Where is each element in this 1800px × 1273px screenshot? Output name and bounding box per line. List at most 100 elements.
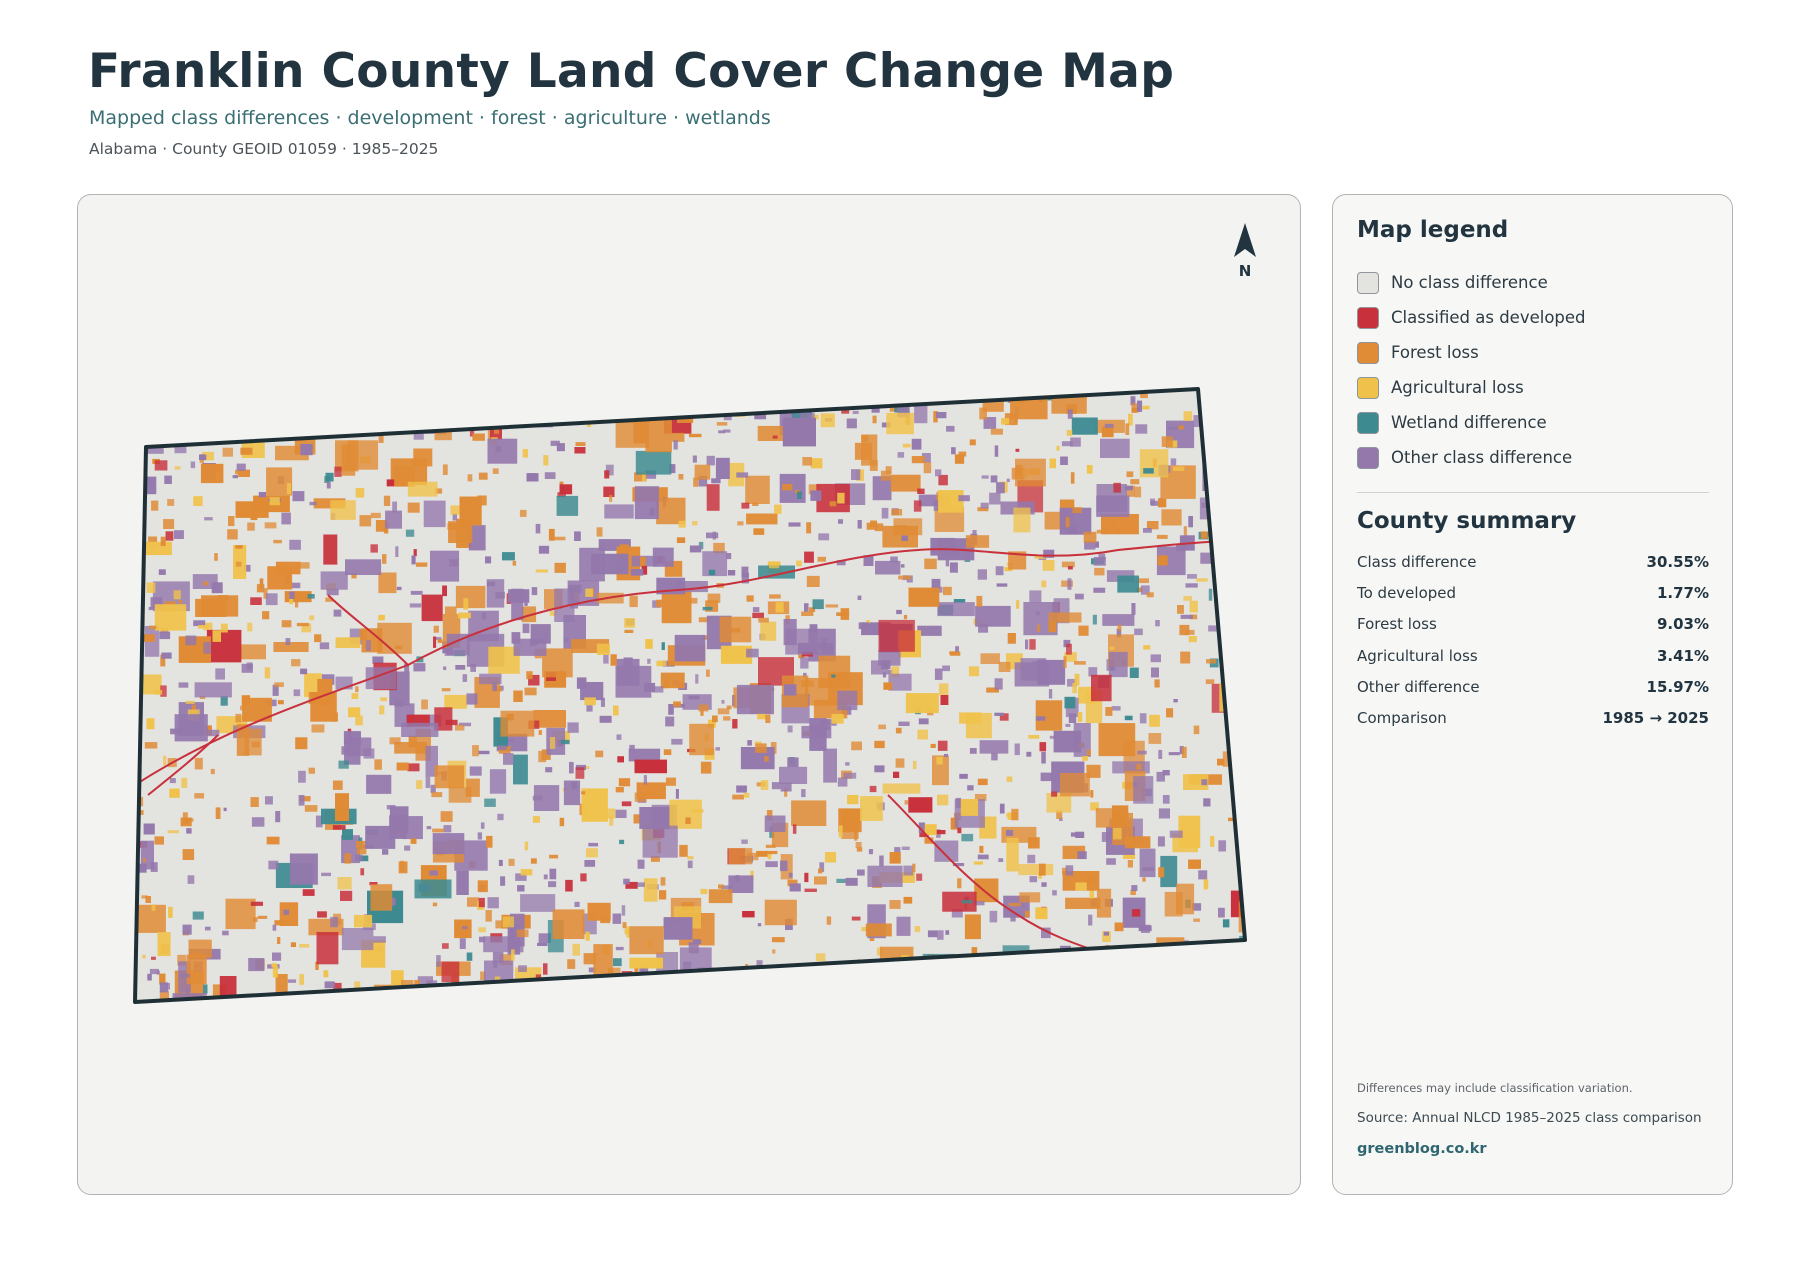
change-patch [218,595,229,601]
change-patch [1127,987,1150,1002]
change-patch [725,392,733,399]
change-patch [235,561,242,567]
change-patch [1065,897,1101,909]
change-patch [1224,465,1245,492]
change-patch [1117,575,1139,593]
change-patch [525,998,539,1002]
change-patch [1124,485,1133,491]
change-patch [413,549,417,557]
change-patch [752,607,760,613]
change-patch [1158,749,1163,759]
change-patch [517,885,525,892]
change-patch [206,395,211,402]
change-patch [330,500,356,520]
map-panel[interactable]: N [77,194,1301,1195]
credit-link[interactable]: greenblog.co.kr [1357,1141,1487,1157]
change-patch [1131,403,1138,413]
change-patch [476,999,514,1002]
change-patch [782,483,793,491]
change-patch [484,798,496,807]
change-patch [434,415,452,441]
change-patch [560,739,570,745]
change-patch [644,682,656,692]
change-patch [642,825,678,858]
change-patch [472,416,476,429]
change-patch [810,458,823,469]
county-map[interactable] [78,195,1301,1195]
change-patch [950,651,961,656]
change-patch [1236,967,1244,980]
change-patch [872,415,877,424]
change-patch [495,446,502,453]
change-patch [539,381,551,386]
change-patch [867,865,903,887]
change-patch [489,389,497,392]
change-patch [190,461,196,469]
change-patch [324,981,335,989]
change-patch [267,566,293,590]
change-patch [677,995,692,1002]
change-patch [1240,999,1244,1002]
change-patch [687,856,694,860]
change-patch [1246,750,1282,780]
change-patch [1094,567,1105,576]
change-patch [868,849,873,855]
change-patch [364,426,376,432]
change-patch [1056,445,1060,451]
legend-label: Other class difference [1391,448,1573,467]
change-patch [914,926,921,933]
change-patch [233,1009,237,1016]
change-patch [1246,721,1250,729]
north-arrow-icon [1234,223,1256,257]
change-patch [1178,988,1187,1000]
change-patch [396,586,402,591]
change-patch [538,730,542,735]
change-patch [1065,723,1071,727]
change-patch [198,625,209,629]
change-patch [967,785,974,791]
change-patch [532,816,540,823]
change-patch [1006,478,1010,482]
change-patch [421,594,443,622]
change-patch [275,811,281,823]
change-patch [1067,566,1073,570]
change-patch [629,926,664,955]
change-patch [326,588,339,596]
change-patch [1004,962,1042,976]
change-patch [158,569,166,575]
change-patch [169,778,176,784]
change-patch [812,977,817,984]
change-patch [1142,877,1146,882]
change-patch [1187,574,1197,579]
change-patch [1109,646,1115,650]
change-patch [1134,628,1143,636]
change-patch [246,662,253,670]
change-patch [537,942,548,946]
change-patch [522,623,530,634]
change-patch [1178,425,1184,430]
change-patch [738,997,745,1002]
change-patch [818,868,823,874]
change-patch [295,737,308,750]
change-patch [486,986,503,1002]
change-patch [1230,994,1241,998]
change-patch [214,553,218,561]
change-patch [689,723,714,756]
change-patch [837,492,845,504]
change-patch [290,942,296,947]
change-patch [758,397,771,404]
change-patch [819,719,831,730]
change-patch [1035,700,1063,731]
change-patch [738,398,744,410]
change-patch [222,447,233,457]
change-patch [335,793,349,821]
change-patch [900,389,913,398]
change-patch [395,546,399,557]
change-patch [817,556,826,562]
change-patch [235,545,243,549]
change-patch [1051,791,1058,797]
change-patch [1227,423,1245,454]
change-patch [923,461,932,474]
change-patch [409,1008,414,1011]
change-patch [401,722,439,737]
